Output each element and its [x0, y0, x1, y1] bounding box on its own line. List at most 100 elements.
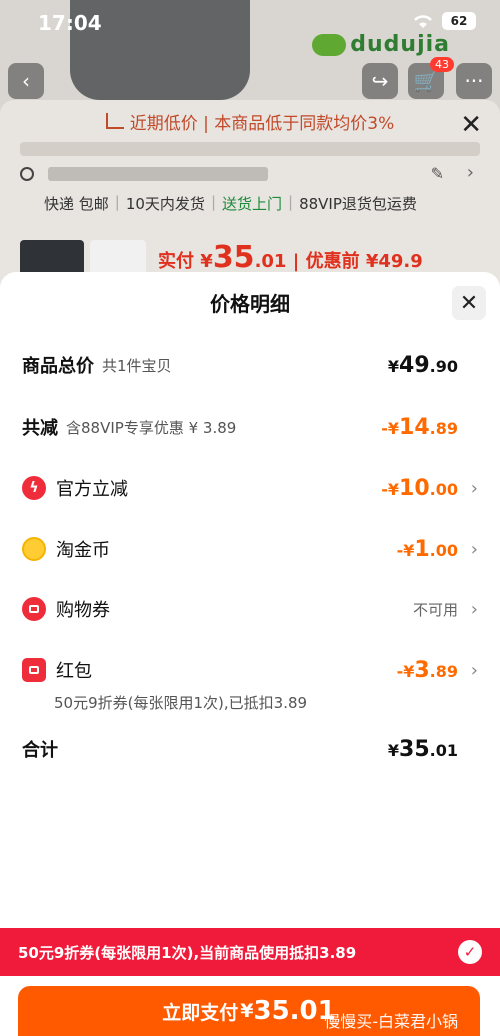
chevron-right-icon: › — [470, 598, 478, 620]
value-int: 3 — [414, 657, 430, 683]
value-int: 1 — [414, 536, 430, 562]
blurred-text — [20, 142, 480, 156]
chevron-right-icon: › — [470, 659, 478, 681]
item-label: 官方立减 — [56, 479, 128, 500]
coupon-promo-bar[interactable]: 50元9折券(每张限用1次),当前商品使用抵扣3.89 ✓ — [0, 928, 500, 976]
value-int: 49 — [399, 352, 430, 378]
trend-down-icon — [105, 113, 124, 129]
logo-mark-icon — [312, 33, 347, 56]
delivery-info: 快递 包邮 | 10天内发货 | 送货上门 | 88VIP退货包运费 — [44, 193, 417, 214]
sum-row: 合计 ¥35.01 — [22, 736, 478, 762]
cart-icon: 🛒 — [413, 69, 439, 93]
share-icon: ↪ — [371, 69, 389, 93]
item-value: 不可用 — [412, 600, 458, 619]
pay-area: 立即支付 ¥ 35.01 慢慢买-白菜君小锅 — [0, 976, 500, 1036]
product-price: 实付 ¥35.01 | 优惠前 ¥49.9 — [158, 240, 423, 275]
divider: | — [210, 193, 216, 211]
prefix: -¥ — [396, 540, 415, 560]
close-icon-behind[interactable]: ✕ — [460, 110, 482, 140]
brand-logo: dudujia — [312, 32, 450, 57]
before-label: | 优惠前 — [292, 251, 360, 272]
chevron-right-icon: › — [470, 477, 478, 499]
share-button[interactable]: ↪ — [362, 63, 398, 99]
sum-value: ¥35.01 — [388, 737, 458, 762]
total-reduce-row: 共减 含88VIP专享优惠 ¥ 3.89 -¥14.89 — [22, 414, 478, 440]
promo-text: 50元9折券(每张限用1次),当前商品使用抵扣3.89 — [18, 943, 357, 962]
total-goods-row: 商品总价 共1件宝贝 ¥49.90 — [22, 352, 478, 378]
watermark-text: 慢慢买-白菜君小锅 — [324, 1012, 458, 1031]
total-reduce-sub: 含88VIP专享优惠 ¥ 3.89 — [66, 418, 237, 437]
delivery-door: 送货上门 — [222, 195, 283, 213]
low-price-banner: 近期低价 | 本商品低于同款均价3% — [0, 104, 500, 138]
value-int: 10 — [399, 475, 430, 501]
pay-now-button[interactable]: 立即支付 ¥ 35.01 慢慢买-白菜君小锅 — [18, 986, 480, 1036]
pay-currency: ¥ — [240, 1000, 254, 1022]
cart-button[interactable]: 🛒 43 — [408, 57, 454, 99]
value-int: 35 — [399, 736, 430, 762]
discount-item-official[interactable]: ϟ 官方立减 -¥10.00 › — [22, 475, 478, 501]
chevron-right-icon: › — [470, 538, 478, 560]
prefix: -¥ — [396, 661, 415, 681]
discount-item-coupon[interactable]: 购物券 不可用 › — [22, 596, 478, 622]
location-pin-icon — [20, 167, 34, 181]
value-int: 14 — [399, 414, 430, 440]
paid-int: 35 — [212, 240, 255, 275]
cart-badge: 43 — [430, 57, 454, 72]
before-price: ¥49.9 — [365, 251, 423, 272]
item-value: -¥3.89 — [397, 658, 458, 683]
paid-currency: ¥ — [200, 251, 213, 272]
background-page: 17:04 62 dudujia ‹ ↪ 🛒 43 ··· 近期低价 | 本商品… — [0, 0, 500, 300]
discount-item-gold-coin[interactable]: 淘金币 -¥1.00 › — [22, 536, 478, 562]
battery-icon: 62 — [442, 12, 476, 30]
currency: ¥ — [387, 356, 400, 376]
sum-label: 合计 — [22, 740, 58, 761]
value-dec: .89 — [429, 418, 458, 438]
status-time: 17:04 — [38, 11, 102, 35]
delivery-vip-return: 88VIP退货包运费 — [299, 195, 417, 213]
sheet-title: 价格明细 — [210, 292, 290, 316]
gold-coin-icon — [22, 537, 46, 561]
check-icon[interactable]: ✓ — [458, 940, 482, 964]
total-goods-label: 商品总价 — [22, 356, 94, 377]
back-button[interactable]: ‹ — [8, 63, 44, 99]
more-icon: ··· — [464, 69, 484, 93]
discount-item-red-packet[interactable]: 红包 -¥3.89 › — [22, 657, 478, 683]
red-packet-note: 50元9折券(每张限用1次),已抵扣3.89 — [54, 694, 308, 712]
logo-text: dudujia — [350, 32, 450, 57]
low-price-text: 近期低价 | 本商品低于同款均价3% — [129, 113, 395, 134]
item-label: 购物券 — [56, 600, 110, 621]
paid-dec: .01 — [254, 251, 287, 272]
paid-label: 实付 — [158, 251, 194, 272]
close-icon: ✕ — [459, 290, 479, 316]
currency: ¥ — [387, 740, 400, 760]
value-dec: .01 — [429, 740, 458, 760]
more-button[interactable]: ··· — [456, 63, 492, 99]
divider: | — [288, 193, 294, 211]
pay-label: 立即支付 — [162, 1001, 239, 1024]
divider: | — [114, 193, 120, 211]
address-row[interactable]: ✎ › — [20, 162, 480, 186]
total-goods-sub: 共1件宝贝 — [102, 356, 172, 375]
chevron-right-icon: › — [466, 162, 474, 183]
value-dec: .00 — [429, 540, 458, 560]
wifi-icon — [414, 15, 432, 28]
address-blurred — [48, 167, 268, 181]
price-detail-sheet: 价格明细 ✕ 商品总价 共1件宝贝 ¥49.90 共减 含88VIP专享优惠 ¥… — [0, 272, 500, 932]
chevron-left-icon: ‹ — [22, 69, 30, 93]
value-dec: .00 — [429, 479, 458, 499]
delivery-express: 快递 包邮 — [44, 195, 109, 213]
value-dec: .89 — [429, 661, 458, 681]
item-value: -¥10.00 — [381, 476, 458, 501]
total-reduce-label: 共减 — [22, 418, 58, 439]
red-packet-icon — [22, 658, 46, 682]
item-value: -¥1.00 — [397, 537, 458, 562]
total-reduce-value: -¥14.89 — [381, 415, 458, 440]
close-button[interactable]: ✕ — [452, 286, 486, 320]
value-dec: .90 — [429, 356, 458, 376]
edit-icon[interactable]: ✎ — [431, 164, 444, 183]
prefix: -¥ — [381, 418, 400, 438]
bolt-icon: ϟ — [22, 476, 46, 500]
delivery-ship: 10天内发货 — [125, 195, 205, 213]
total-goods-value: ¥49.90 — [388, 353, 458, 378]
prefix: -¥ — [381, 479, 400, 499]
